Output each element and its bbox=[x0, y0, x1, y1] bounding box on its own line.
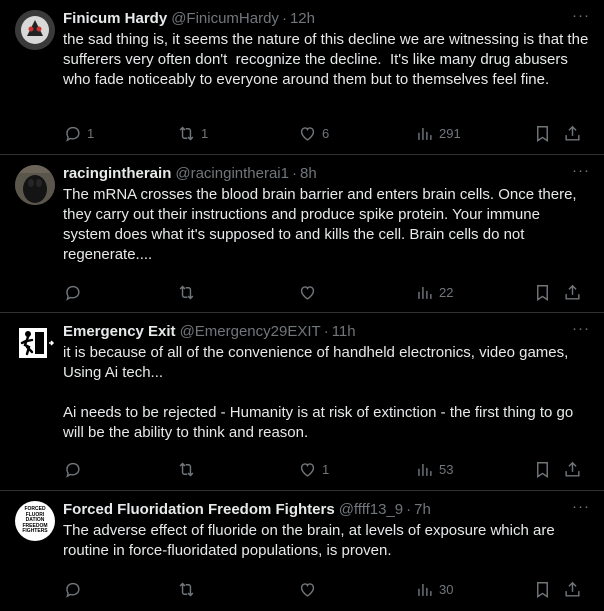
tweet-text: The mRNA crosses the blood brain barrier… bbox=[63, 186, 581, 263]
like-button[interactable]: 6 bbox=[298, 123, 329, 143]
separator: · bbox=[291, 165, 297, 182]
more-options-icon[interactable]: ··· bbox=[572, 320, 590, 337]
user-handle[interactable]: @ffff13_9 bbox=[339, 500, 403, 520]
action-bar: 30 bbox=[63, 579, 584, 599]
views-icon bbox=[418, 286, 432, 299]
tweet-text: the sad thing is, it seems the nature of… bbox=[63, 31, 593, 88]
retweet-icon bbox=[179, 285, 194, 299]
display-name[interactable]: Forced Fluoridation Freedom Fighters bbox=[63, 500, 335, 520]
action-bar: 1 1 6 291 bbox=[63, 123, 584, 143]
retweet-icon bbox=[179, 126, 194, 140]
bookmark-button[interactable] bbox=[533, 282, 552, 302]
heart-icon bbox=[300, 582, 315, 597]
display-name[interactable]: Emergency Exit bbox=[63, 322, 176, 342]
reply-icon bbox=[66, 582, 80, 598]
share-button[interactable] bbox=[563, 123, 582, 143]
separator: · bbox=[323, 323, 329, 340]
bookmark-button[interactable] bbox=[533, 123, 552, 143]
user-handle[interactable]: @racingintherai1 bbox=[175, 164, 289, 184]
like-button[interactable]: 1 bbox=[298, 459, 329, 479]
action-bar: 1 53 bbox=[63, 459, 584, 479]
share-icon bbox=[565, 125, 580, 141]
retweet-icon bbox=[179, 462, 194, 476]
user-handle[interactable]: @FinicumHardy bbox=[171, 9, 279, 29]
avatar[interactable] bbox=[15, 165, 55, 205]
avatar-image bbox=[15, 10, 55, 50]
display-name[interactable]: Finicum Hardy bbox=[63, 9, 167, 29]
like-count: 1 bbox=[322, 461, 330, 477]
views-icon bbox=[418, 127, 432, 140]
view-count: 291 bbox=[439, 125, 461, 141]
bookmark-icon bbox=[537, 461, 548, 478]
timestamp[interactable]: 7h bbox=[414, 500, 431, 520]
share-button[interactable] bbox=[563, 459, 582, 479]
tweet[interactable]: Emergency Exit @Emergency29EXIT · 11h ··… bbox=[0, 313, 604, 491]
tweet-text: it is because of all of the convenience … bbox=[63, 344, 574, 441]
heart-icon bbox=[300, 462, 315, 477]
timestamp[interactable]: 12h bbox=[290, 9, 315, 29]
timestamp[interactable]: 11h bbox=[332, 322, 356, 342]
share-icon bbox=[565, 581, 580, 597]
separator: · bbox=[406, 501, 412, 518]
like-button[interactable] bbox=[298, 282, 322, 302]
retweet-button[interactable] bbox=[177, 579, 201, 599]
display-name[interactable]: racingintherain bbox=[63, 164, 171, 184]
reply-icon bbox=[66, 126, 80, 142]
tweet[interactable]: FORCED FLUORI DATION FREEDOM FIGHTERS Fo… bbox=[0, 491, 604, 611]
views-button[interactable]: 22 bbox=[415, 282, 453, 302]
avatar-logo: FORCED FLUORI DATION FREEDOM FIGHTERS bbox=[22, 507, 47, 534]
bookmark-icon bbox=[537, 125, 548, 142]
bookmark-button[interactable] bbox=[533, 579, 552, 599]
bookmark-icon bbox=[537, 581, 548, 598]
view-count: 53 bbox=[439, 461, 454, 477]
retweet-button[interactable] bbox=[177, 282, 201, 302]
views-button[interactable]: 30 bbox=[415, 579, 453, 599]
views-icon bbox=[418, 463, 432, 476]
avatar-image bbox=[15, 165, 55, 205]
avatar[interactable]: FORCED FLUORI DATION FREEDOM FIGHTERS bbox=[15, 501, 55, 541]
avatar[interactable] bbox=[15, 10, 55, 50]
separator: · bbox=[281, 10, 287, 27]
emergency-exit-icon bbox=[19, 328, 55, 358]
share-button[interactable] bbox=[563, 282, 582, 302]
views-button[interactable]: 53 bbox=[415, 459, 453, 479]
more-options-icon[interactable]: ··· bbox=[572, 498, 590, 515]
avatar-logo-line: FIGHTERS bbox=[22, 528, 48, 535]
reply-count: 1 bbox=[87, 125, 95, 141]
tweet[interactable]: Finicum Hardy @FinicumHardy · 12h ··· th… bbox=[0, 0, 604, 155]
like-button[interactable] bbox=[298, 579, 322, 599]
reply-icon bbox=[66, 285, 80, 301]
share-button[interactable] bbox=[563, 579, 582, 599]
bookmark-icon bbox=[537, 284, 548, 301]
views-button[interactable]: 291 bbox=[415, 123, 461, 143]
more-options-icon[interactable]: ··· bbox=[572, 7, 590, 24]
reply-button[interactable] bbox=[63, 282, 87, 302]
share-icon bbox=[565, 284, 580, 300]
retweet-count: 1 bbox=[201, 125, 209, 141]
timestamp[interactable]: 8h bbox=[300, 164, 317, 184]
heart-icon bbox=[300, 126, 315, 141]
tweet[interactable]: racingintherain @racingintherai1 · 8h ··… bbox=[0, 155, 604, 313]
reply-button[interactable] bbox=[63, 459, 87, 479]
heart-icon bbox=[300, 285, 315, 300]
tweet-text: The adverse effect of fluoride on the br… bbox=[63, 522, 559, 559]
more-options-icon[interactable]: ··· bbox=[572, 162, 590, 179]
reply-icon bbox=[66, 462, 80, 478]
avatar[interactable] bbox=[15, 323, 55, 363]
user-handle[interactable]: @Emergency29EXIT bbox=[180, 322, 321, 342]
view-count: 22 bbox=[439, 284, 454, 300]
retweet-button[interactable] bbox=[177, 459, 201, 479]
reply-button[interactable]: 1 bbox=[63, 123, 94, 143]
view-count: 30 bbox=[439, 581, 454, 597]
reply-button[interactable] bbox=[63, 579, 87, 599]
retweet-icon bbox=[179, 582, 194, 596]
share-icon bbox=[565, 461, 580, 477]
action-bar: 22 bbox=[63, 282, 584, 302]
views-icon bbox=[418, 583, 432, 596]
bookmark-button[interactable] bbox=[533, 459, 552, 479]
retweet-button[interactable]: 1 bbox=[177, 123, 208, 143]
like-count: 6 bbox=[322, 125, 330, 141]
